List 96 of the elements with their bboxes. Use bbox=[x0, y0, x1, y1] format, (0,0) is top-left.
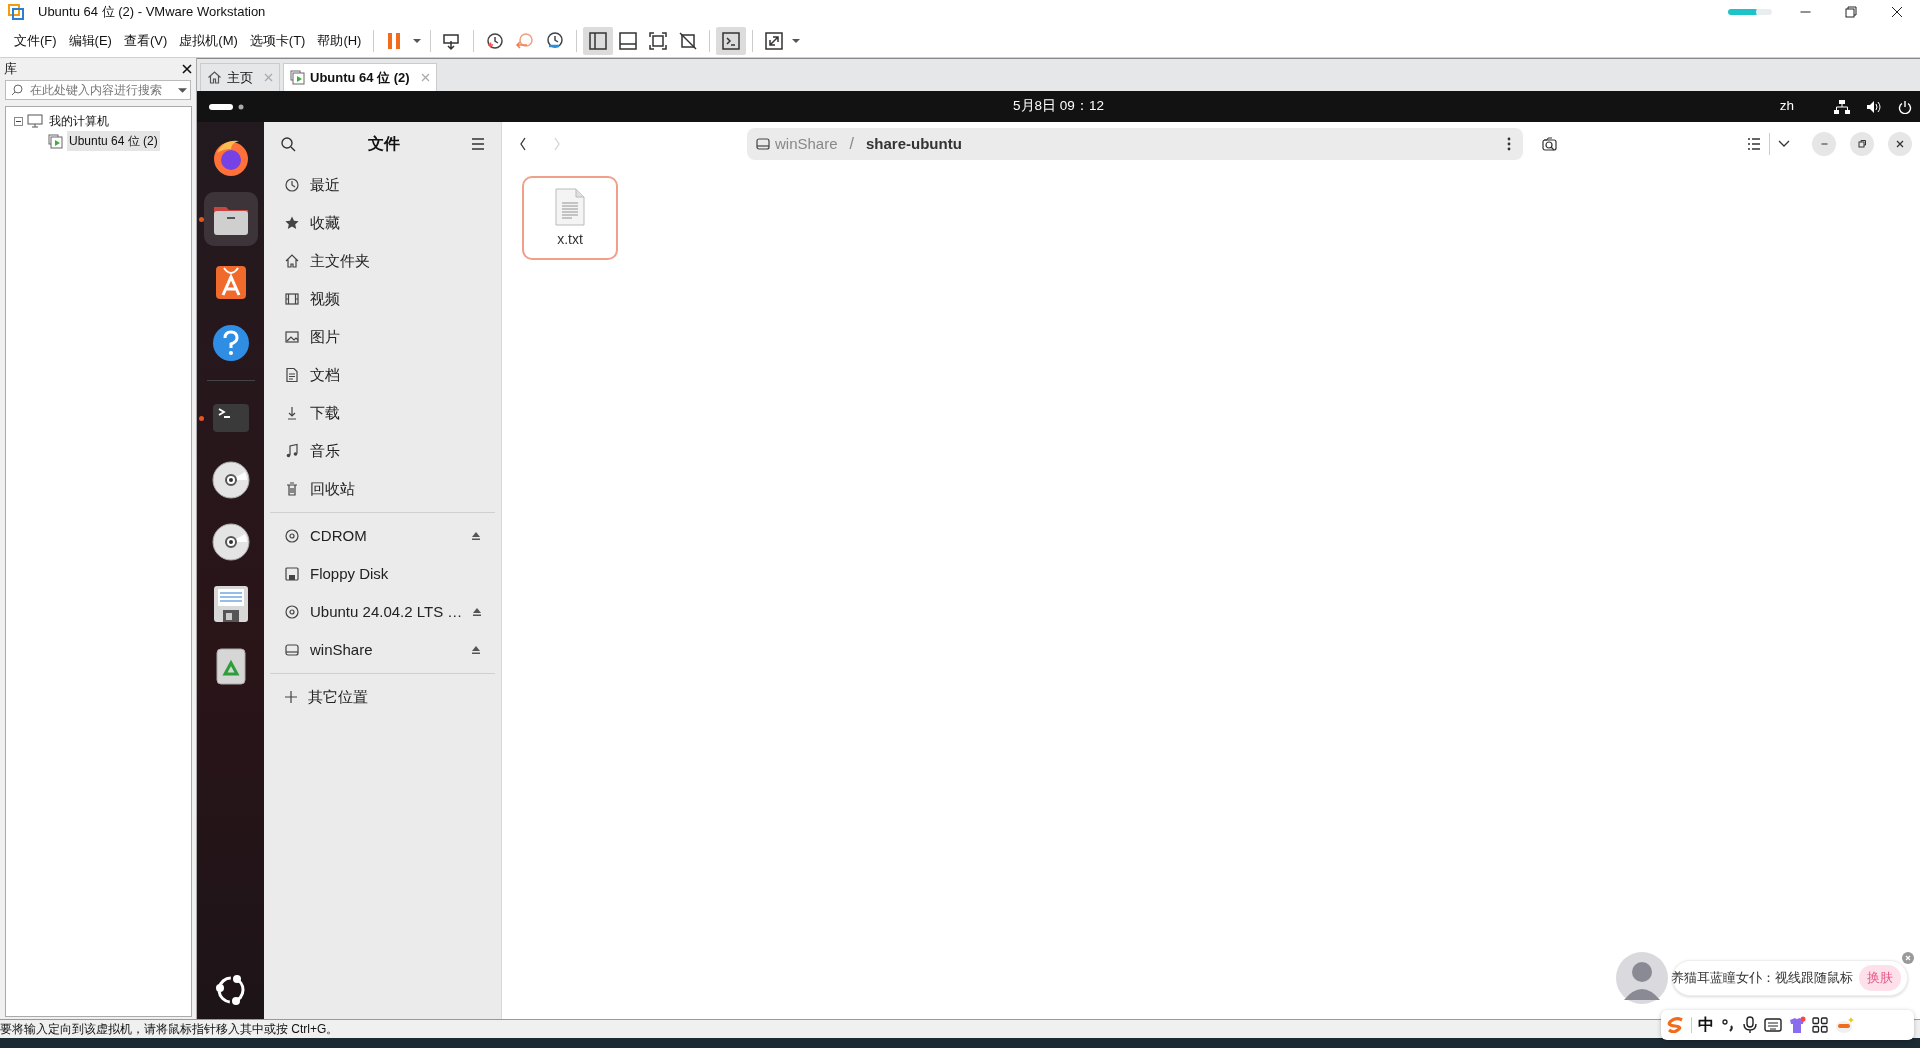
close-button[interactable] bbox=[182, 64, 192, 74]
document-icon bbox=[284, 367, 300, 383]
file-item[interactable]: x.txt bbox=[522, 176, 618, 260]
sidebar-item[interactable]: 下载 bbox=[264, 394, 501, 432]
menu-item[interactable]: 查看(V) bbox=[117, 28, 174, 53]
home-icon bbox=[284, 253, 300, 269]
sidebar-item[interactable]: 回收站 bbox=[264, 470, 501, 508]
input-method-indicator[interactable]: zh bbox=[1779, 96, 1794, 117]
sidebar-item[interactable]: 视频 bbox=[264, 280, 501, 318]
minimize-icon bbox=[1820, 143, 1828, 145]
sidebar-item[interactable]: winShare bbox=[264, 631, 501, 669]
menu-item[interactable]: 文件(F) bbox=[8, 28, 63, 53]
avatar-icon bbox=[1614, 950, 1670, 1006]
restore-button[interactable] bbox=[1850, 132, 1874, 156]
breadcrumb[interactable]: share-ubuntu bbox=[862, 132, 966, 156]
toolbar-button[interactable] bbox=[716, 26, 747, 55]
list-view-icon[interactable] bbox=[1747, 138, 1761, 150]
sidebar-item[interactable]: Floppy Disk bbox=[264, 555, 501, 593]
restore-icon bbox=[1855, 137, 1869, 151]
input-mode-toggle[interactable]: 中 bbox=[1698, 1013, 1714, 1037]
power-icon[interactable] bbox=[1898, 99, 1912, 114]
nav-button[interactable] bbox=[518, 136, 528, 152]
running-indicator bbox=[198, 416, 204, 421]
status-text: 要将输入定向到该虚拟机，请将鼠标指针移入其中或按 Ctrl+G。 bbox=[0, 1021, 339, 1038]
search-field[interactable]: 在此处键入内容进行搜索 bbox=[5, 80, 191, 100]
caret-icon bbox=[413, 38, 422, 43]
close-icon bbox=[1890, 5, 1904, 19]
sidebar-title: 文件 bbox=[367, 134, 400, 154]
star-icon bbox=[284, 215, 300, 231]
back-icon bbox=[518, 136, 528, 152]
drive-icon bbox=[284, 642, 300, 658]
home-icon bbox=[207, 70, 222, 85]
workspace-indicator-icon[interactable] bbox=[209, 102, 245, 111]
eject-icon[interactable] bbox=[471, 645, 481, 655]
tab[interactable]: 主页 bbox=[200, 63, 280, 91]
sidebar-item[interactable]: 主文件夹 bbox=[264, 242, 501, 280]
film-icon bbox=[284, 291, 300, 307]
menu-item[interactable]: 编辑(E) bbox=[62, 28, 118, 53]
more-icon[interactable] bbox=[1507, 137, 1511, 151]
network-icon[interactable] bbox=[1834, 99, 1850, 114]
vm-icon bbox=[290, 70, 305, 85]
tree-item[interactable]: 我的计算机 bbox=[47, 111, 111, 131]
chevron-down-icon[interactable] bbox=[1778, 140, 1790, 148]
indicator-bar-icon bbox=[1728, 9, 1772, 15]
sidebar-item[interactable]: 文档 bbox=[264, 356, 501, 394]
minimize-icon bbox=[1799, 11, 1811, 13]
music-note-icon bbox=[284, 443, 300, 459]
tab[interactable]: Ubuntu 64 位 (2) bbox=[283, 63, 437, 91]
image-icon bbox=[284, 329, 300, 345]
microphone-icon[interactable] bbox=[1742, 1016, 1758, 1034]
sidebar-item[interactable]: 图片 bbox=[264, 318, 501, 356]
eject-icon[interactable] bbox=[472, 607, 483, 617]
sidebar-item[interactable]: 收藏 bbox=[264, 204, 501, 242]
panel-title: 库 bbox=[4, 60, 17, 79]
sidebar-item[interactable]: 其它位置 bbox=[264, 678, 501, 716]
grid-icon[interactable] bbox=[1812, 1017, 1828, 1033]
menu-icon[interactable] bbox=[471, 138, 485, 150]
sidebar-item[interactable]: 最近 bbox=[264, 166, 501, 204]
search-icon bbox=[10, 83, 24, 97]
history-icon bbox=[284, 177, 300, 193]
shirt-icon[interactable] bbox=[1788, 1016, 1806, 1034]
forward-icon bbox=[552, 136, 562, 152]
search-icon[interactable] bbox=[1541, 135, 1559, 153]
disc-icon bbox=[284, 528, 300, 544]
close-icon[interactable] bbox=[1902, 952, 1914, 964]
close-icon bbox=[182, 64, 192, 74]
notification-text: 养猫耳蓝瞳女仆：视线跟随鼠标 bbox=[1671, 969, 1853, 988]
punctuation-icon[interactable] bbox=[1720, 1017, 1736, 1033]
running-indicator bbox=[198, 217, 204, 222]
monitor-icon bbox=[27, 114, 43, 128]
menu-item[interactable]: 帮助(H) bbox=[311, 28, 368, 53]
menu-item[interactable]: 虚拟机(M) bbox=[173, 28, 244, 53]
clock-text[interactable]: 5月8日 09：12 bbox=[1013, 96, 1104, 117]
sidebar-item[interactable]: Ubuntu 24.04.2 LTS … bbox=[264, 593, 501, 631]
app-logo-icon bbox=[8, 4, 24, 20]
menu-item[interactable]: 选项卡(T) bbox=[243, 28, 312, 53]
disc-icon bbox=[284, 604, 300, 620]
ime-logo-icon[interactable] bbox=[1667, 1017, 1685, 1033]
restore-icon bbox=[1844, 5, 1858, 19]
volume-icon[interactable] bbox=[1866, 99, 1882, 114]
search-icon[interactable] bbox=[280, 136, 296, 152]
caret-icon bbox=[178, 87, 187, 93]
sidebar-item[interactable]: CDROM bbox=[264, 517, 501, 555]
sidebar-item[interactable]: 音乐 bbox=[264, 432, 501, 470]
text-file-icon bbox=[554, 186, 586, 227]
window-title: Ubuntu 64 位 (2) - VMware Workstation bbox=[38, 3, 266, 22]
trash-icon bbox=[284, 481, 300, 497]
keyboard-icon[interactable] bbox=[1764, 1017, 1782, 1033]
caret-icon bbox=[792, 38, 801, 43]
tree-item[interactable]: Ubuntu 64 位 (2) bbox=[67, 131, 160, 151]
toolbar-button[interactable] bbox=[583, 26, 614, 55]
drive-icon bbox=[755, 136, 771, 152]
plus-icon bbox=[284, 690, 298, 704]
vm-icon bbox=[48, 133, 63, 149]
path-separator: / bbox=[849, 134, 854, 154]
eject-icon[interactable] bbox=[471, 531, 481, 541]
